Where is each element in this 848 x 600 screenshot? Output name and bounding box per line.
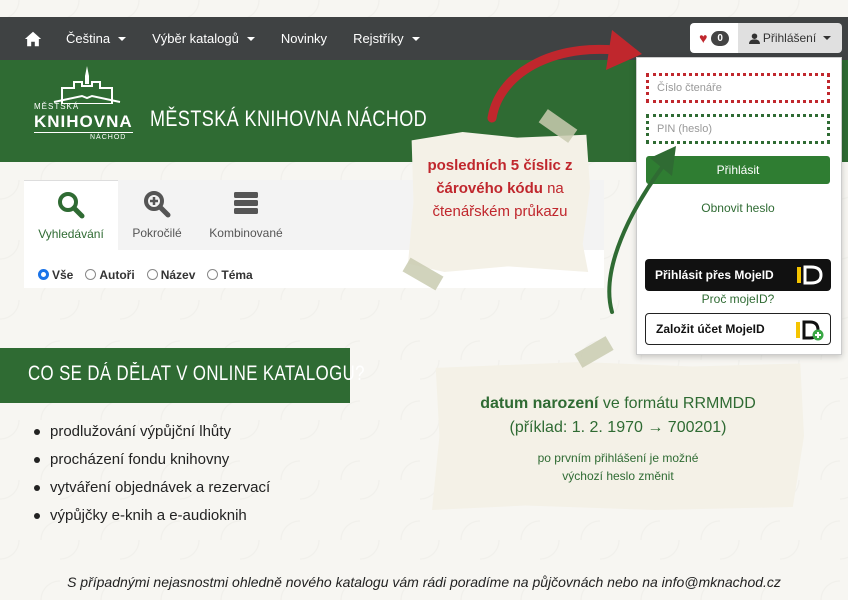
note-pin-text: datum narození ve formátu RRMMDD (příkla… <box>440 392 796 440</box>
search-scope-options: Vše Autoři Název Téma <box>38 268 253 282</box>
reader-number-input[interactable]: Číslo čtenáře <box>646 73 830 103</box>
features-banner-text: CO SE DÁ DĚLAT V ONLINE KATALOGU? <box>28 362 365 385</box>
nav-catalog-label: Výběr katalogů <box>152 31 239 46</box>
note-pin-highlight: datum narození <box>480 395 599 412</box>
pin-placeholder: PIN (heslo) <box>657 123 713 135</box>
zoom-in-icon <box>144 191 171 218</box>
mojeid-login-button[interactable]: Přihlásit přes MojeID <box>645 259 831 291</box>
mojeid-logo-icon <box>797 265 823 285</box>
nav-language-label: Čeština <box>66 31 111 46</box>
chevron-down-icon <box>823 36 832 40</box>
features-banner: CO SE DÁ DĚLAT V ONLINE KATALOGU? <box>0 348 364 403</box>
mojeid-why-link[interactable]: Proč mojeID? <box>646 292 830 306</box>
reset-password-link[interactable]: Obnovit heslo <box>646 201 830 215</box>
logo-text-tiny: NÁCHOD <box>90 134 127 141</box>
logo-text-small: MĚSTSKÁ <box>34 102 80 111</box>
search-icon <box>58 192 85 219</box>
chevron-down-icon <box>411 36 420 41</box>
heart-icon: ♥ <box>699 30 708 46</box>
note-pin-format: ve formátu RRMMDD <box>598 395 756 412</box>
note-reader-number-text: posledních 5 číslic z čárového kódu na č… <box>416 154 584 223</box>
features-list: prodlužování výpůjční lhůty procházení f… <box>34 420 270 532</box>
nav-indexes-label: Rejstříky <box>353 31 404 46</box>
list-item: procházení fondu knihovny <box>34 448 270 476</box>
radio-all-label: Vše <box>52 268 74 282</box>
user-icon <box>748 32 760 44</box>
note-pin-sub-line1: po prvním přihlášení je možné <box>537 451 699 465</box>
wishlist-button[interactable]: ♥ 0 <box>690 23 738 53</box>
tab-search[interactable]: Vyhledávání <box>24 180 118 250</box>
radio-subject-indicator <box>207 269 219 280</box>
radio-authors[interactable]: Autoři <box>85 268 135 282</box>
pin-input[interactable]: PIN (heslo) <box>646 114 830 144</box>
radio-subject-label: Téma <box>221 268 253 282</box>
library-logo[interactable]: MĚSTSKÁ KNIHOVNA NÁCHOD <box>28 64 138 146</box>
radio-title-indicator <box>146 269 158 280</box>
list-item: vytváření objednávek a rezervací <box>34 476 270 504</box>
radio-title-label: Název <box>160 268 196 282</box>
mojeid-create-label: Založit účet MojeID <box>656 322 765 336</box>
note-pin-sub: po prvním přihlášení je možné výchozí he… <box>440 449 796 485</box>
note-pin-example: (příklad: 1. 2. 1970 → 700201) <box>509 419 727 436</box>
tab-advanced[interactable]: Pokročilé <box>118 180 196 250</box>
login-label: Přihlášení <box>762 31 817 45</box>
tab-search-label: Vyhledávání <box>38 227 104 241</box>
radio-authors-indicator <box>85 269 97 280</box>
tab-combined[interactable]: Kombinované <box>196 180 296 250</box>
home-icon[interactable] <box>24 30 42 48</box>
radio-authors-label: Autoři <box>99 268 135 282</box>
mojeid-add-icon <box>796 320 824 341</box>
library-title: MĚSTSKÁ KNIHOVNA NÁCHOD <box>150 106 428 131</box>
tab-advanced-label: Pokročilé <box>132 226 182 240</box>
castle-icon <box>53 66 121 104</box>
chevron-down-icon <box>246 36 255 41</box>
login-submit-button[interactable]: Přihlásit <box>646 156 830 184</box>
radio-title[interactable]: Název <box>146 268 196 282</box>
mojeid-create-button[interactable]: Založit účet MojeID <box>645 313 831 345</box>
mojeid-login-label: Přihlásit přes MojeID <box>655 268 774 282</box>
note-pin-sub-line2: výchozí heslo změnit <box>562 469 674 483</box>
list-item: výpůjčky e-knih a e-audioknih <box>34 504 270 532</box>
chevron-down-icon <box>118 36 127 41</box>
wishlist-count-badge: 0 <box>711 30 729 46</box>
logo-text-big: KNIHOVNA <box>34 112 133 133</box>
database-icon <box>234 192 258 214</box>
radio-all-indicator <box>38 269 49 280</box>
radio-subject[interactable]: Téma <box>207 268 253 282</box>
login-dropdown-button[interactable]: Přihlášení <box>738 23 842 53</box>
tab-combined-label: Kombinované <box>209 226 283 240</box>
nav-news[interactable]: Novinky <box>281 31 327 46</box>
reader-number-placeholder: Číslo čtenáře <box>657 82 722 94</box>
top-navbar: Čeština Výběr katalogů Novinky Rejstříky… <box>0 17 848 60</box>
nav-indexes[interactable]: Rejstříky <box>353 31 420 46</box>
nav-catalog-select[interactable]: Výběr katalogů <box>152 31 255 46</box>
nav-language[interactable]: Čeština <box>66 31 127 46</box>
nav-news-label: Novinky <box>280 31 328 46</box>
radio-all[interactable]: Vše <box>38 268 73 282</box>
footer-note: S případnými nejasnostmi ohledně nového … <box>67 574 781 590</box>
list-item: prodlužování výpůjční lhůty <box>34 420 270 448</box>
